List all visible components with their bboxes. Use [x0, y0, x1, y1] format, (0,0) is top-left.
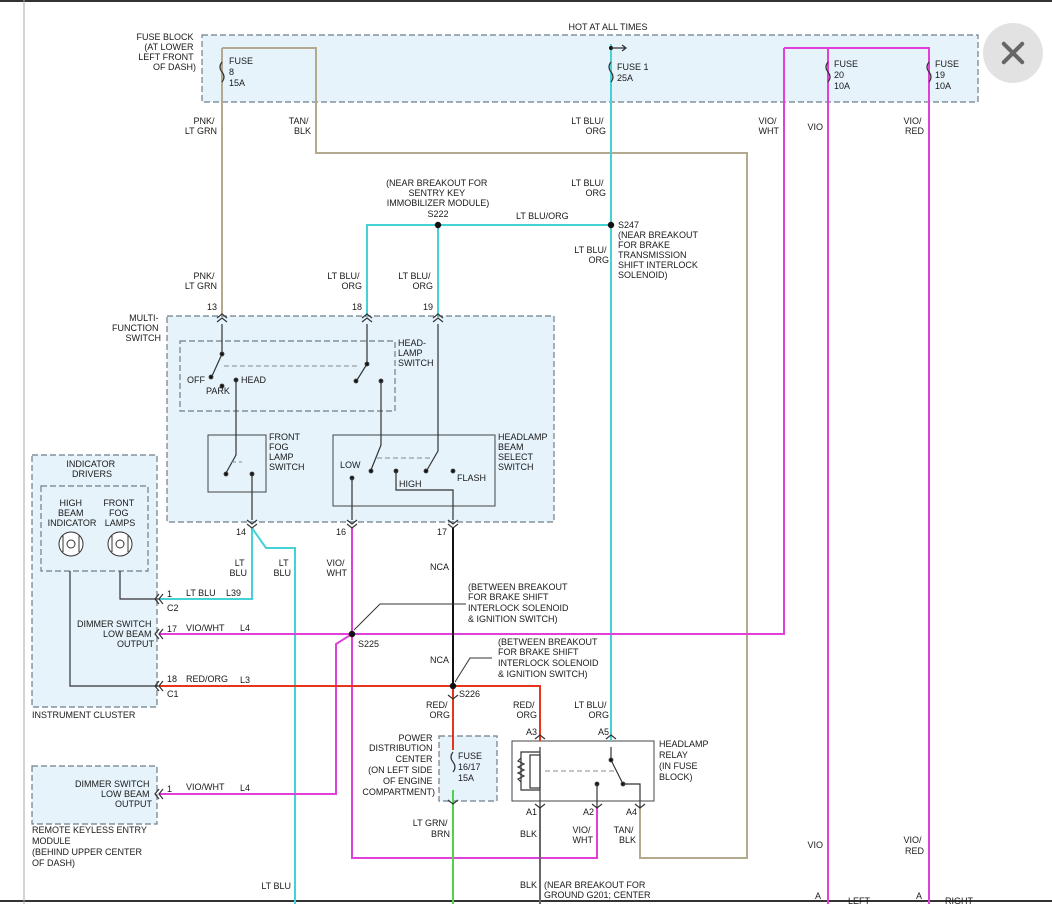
pin-16: 16	[336, 527, 346, 537]
fuse-block-box	[201, 34, 979, 103]
wire-label-l39: L39	[226, 588, 241, 598]
wire-label-vio-wht-a2: VIO/ WHT	[572, 825, 593, 845]
wire-label-ltblu-org-a5: LT BLU/ ORG	[574, 700, 609, 720]
switch-pos-off: OFF	[187, 375, 205, 385]
splice-g201-note: (NEAR BREAKOUT FOR GROUND G201; CENTER	[544, 880, 651, 900]
ic-connector-c2: C2	[167, 603, 179, 613]
instrument-cluster-label: INSTRUMENT CLUSTER	[32, 710, 136, 720]
pin-a1: A1	[526, 807, 537, 817]
wire-red-org	[160, 685, 541, 741]
pin-14: 14	[236, 527, 246, 537]
wire-label-blk-a1: BLK	[520, 829, 537, 839]
wire-label-nca-17: NCA	[430, 562, 449, 572]
wire-label-l4-a: L4	[240, 623, 250, 633]
pin-a2: A2	[583, 807, 594, 817]
wire-label-vio-wht-rke: VIO/WHT	[186, 782, 225, 792]
headlamp-relay-box	[511, 740, 655, 802]
wire-label-ltblu-org-mid: LT BLU/ ORG	[571, 178, 606, 198]
splice-s247-id: S247	[618, 220, 639, 230]
wire-label-blk-bottom: BLK	[520, 880, 537, 890]
wire-label-l4-b: L4	[240, 783, 250, 793]
pin-a3: A3	[526, 727, 537, 737]
switch-pos-flash: FLASH	[457, 473, 486, 483]
splice-s222-note: (NEAR BREAKOUT FOR SENTRY KEY IMMOBILIZE…	[386, 178, 490, 208]
splice-s222-id: S222	[427, 209, 448, 219]
wire-label-ltblu-org-h: LT BLU/ORG	[516, 211, 569, 221]
ic-pin-1: 1	[167, 589, 172, 599]
splice-s225-note: (BETWEEN BREAKOUT FOR BRAKE SHIFT INTERL…	[468, 582, 571, 624]
pin-18: 18	[352, 302, 362, 312]
front-fog-lamps-lamp	[107, 531, 133, 557]
splice-s225-id: S225	[358, 639, 379, 649]
hot-at-all-times-label: HOT AT ALL TIMES	[568, 22, 647, 32]
rke-pin-1: 1	[167, 784, 172, 794]
wire-label-red-org-a3: RED/ ORG	[513, 700, 537, 720]
wire-label-tan-blk-top: TAN/ BLK	[289, 116, 311, 136]
bottom-left-label: LEFT	[848, 896, 871, 904]
pin-17: 17	[437, 527, 447, 537]
wire-label-red-org-18: RED/ORG	[186, 674, 228, 684]
multifunction-switch-label: MULTI- FUNCTION SWITCH	[112, 313, 161, 343]
leader-s226	[454, 657, 492, 683]
pin-19: 19	[423, 302, 433, 312]
connector-a-left: A	[815, 891, 821, 901]
splice-s225-dot	[348, 630, 356, 638]
wire-label-l3: L3	[240, 675, 250, 685]
wire-label-vio-red-bottom: VIO/ RED	[903, 835, 924, 856]
wire-vio-wht-rke	[160, 633, 353, 795]
splice-s222-dot	[434, 221, 442, 229]
wire-label-nca-mid: NCA	[430, 655, 449, 665]
wire-label-ltblu-org-top: LT BLU/ ORG	[571, 116, 606, 136]
switch-pos-high: HIGH	[399, 479, 422, 489]
wire-label-pnk-ltgrn-top: PNK/ LT GRN	[185, 116, 217, 136]
wire-label-tan-blk-a4: TAN/ BLK	[614, 825, 636, 845]
wire-label-ltblu-org-19: LT BLU/ ORG	[398, 271, 433, 291]
pin-13: 13	[207, 302, 217, 312]
splice-s226-note: (BETWEEN BREAKOUT FOR BRAKE SHIFT INTERL…	[498, 637, 601, 679]
splice-s226-id: S226	[459, 689, 480, 699]
fuse-block-label: FUSE BLOCK (AT LOWER LEFT FRONT OF DASH)	[136, 32, 196, 72]
pin-a5: A5	[598, 727, 609, 737]
indicator-drivers-label: INDICATOR DRIVERS	[66, 459, 117, 479]
wire-label-ltblu-org-18: LT BLU/ ORG	[327, 271, 362, 291]
splice-s247-note: (NEAR BREAKOUT FOR BRAKE TRANSMISSION SH…	[618, 230, 700, 280]
connector-a-right: A	[916, 891, 922, 901]
pin-a4: A4	[626, 807, 637, 817]
splice-s247-dot	[607, 221, 615, 229]
headlamp-relay-internals	[516, 747, 641, 808]
wire-label-vio-bottom: VIO	[807, 840, 823, 850]
leader-s225	[353, 603, 466, 631]
wire-label-lt-blu-bottom: LT BLU	[261, 881, 291, 891]
wire-label-ltblu-org-s247: LT BLU/ ORG	[574, 245, 609, 265]
high-beam-indicator-lamp	[58, 531, 84, 557]
switch-pos-park: PARK	[206, 386, 230, 396]
wiring-diagram: FUSE BLOCK (AT LOWER LEFT FRONT OF DASH)…	[0, 0, 1052, 904]
wire-label-lt-blu-b: LT BLU	[273, 558, 291, 578]
wire-label-lt-blu-a: LT BLU	[229, 558, 247, 578]
headlamp-relay-label: HEADLAMP RELAY (IN FUSE BLOCK)	[659, 739, 711, 782]
wire-label-red-org-pdc: RED/ ORG	[426, 700, 450, 720]
bottom-right-label: RIGHT	[945, 896, 974, 904]
switch-pos-low: LOW	[340, 460, 361, 470]
ic-pin-17: 17	[167, 624, 177, 634]
wire-label-pnk-ltgrn-13: PNK/ LT GRN	[185, 271, 217, 291]
wire-label-vio-top: VIO	[807, 122, 823, 132]
wire-label-vio-wht-top: VIO/ WHT	[758, 116, 779, 136]
wire-label-lt-blu-c2: LT BLU	[186, 588, 216, 598]
wire-label-vio-wht-17: VIO/WHT	[186, 623, 225, 633]
wire-label-vio-wht-16: VIO/ WHT	[326, 558, 347, 578]
ic-connector-c1: C1	[167, 689, 179, 699]
wire-lt-blu-14	[251, 527, 296, 904]
wire-label-ltgrn-brn: LT GRN/ BRN	[413, 818, 450, 839]
switch-pos-head: HEAD	[241, 375, 267, 385]
rke-module-label: REMOTE KEYLESS ENTRY MODULE (BEHIND UPPE…	[32, 825, 149, 868]
pdc-label: POWER DISTRIBUTION CENTER (ON LEFT SIDE …	[362, 733, 435, 797]
wire-vio-fuse20	[784, 47, 930, 904]
wire-label-vio-red-top: VIO/ RED	[903, 116, 924, 136]
ic-pin-18: 18	[167, 674, 177, 684]
close-icon[interactable]	[983, 23, 1043, 83]
splice-s226-dot	[449, 682, 457, 690]
